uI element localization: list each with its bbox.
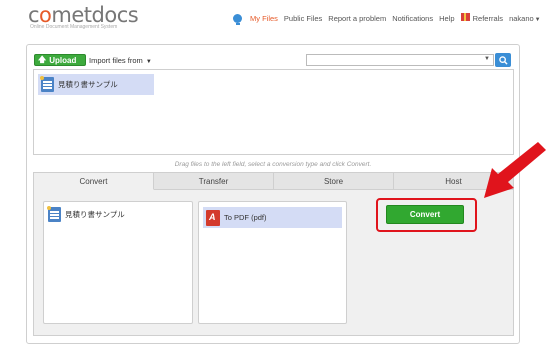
annotation-arrow-icon — [484, 142, 546, 198]
nav-my-files[interactable]: My Files — [250, 14, 278, 23]
nav-help[interactable]: Help — [439, 14, 454, 23]
upload-button[interactable]: 🡅 Upload — [34, 54, 86, 66]
chevron-down-icon: ▼ — [145, 59, 152, 65]
import-files-dropdown[interactable]: Import files from ▼ — [89, 56, 152, 65]
lightbulb-icon — [233, 13, 242, 25]
document-icon — [47, 206, 61, 222]
nav-public-files[interactable]: Public Files — [284, 14, 322, 23]
tab-store[interactable]: Store — [274, 173, 394, 190]
nav-referrals-label: Referrals — [472, 14, 504, 23]
chevron-down-icon: ▼ — [534, 16, 541, 23]
tab-convert[interactable]: Convert — [34, 173, 154, 190]
chevron-down-icon[interactable]: ▼ — [484, 56, 490, 62]
gift-icon — [460, 13, 470, 21]
logo-wordmark: cometdocs — [28, 3, 139, 27]
nav-notifications[interactable]: Notifications — [392, 14, 433, 23]
document-icon — [40, 76, 54, 92]
source-file-item[interactable]: 見積り書サンプル — [47, 206, 125, 222]
file-item-name: 見積り書サンプル — [58, 80, 118, 89]
format-option-pdf[interactable]: To PDF (pdf) — [203, 207, 342, 228]
convert-source-list[interactable]: 見積り書サンプル — [43, 201, 193, 324]
tab-bar: Convert Transfer Store Host — [34, 173, 513, 190]
nav-report-problem[interactable]: Report a problem — [328, 14, 386, 23]
action-panel: Convert Transfer Store Host 見積り書サンプル To … — [33, 172, 514, 336]
conversion-type-list[interactable]: To PDF (pdf) — [198, 201, 347, 324]
user-name: nakano — [509, 13, 534, 23]
format-option-label: To PDF (pdf) — [224, 213, 267, 222]
cometdocs-logo[interactable]: cometdocs Online Document Management Sys… — [28, 3, 139, 30]
search-button[interactable] — [495, 53, 511, 67]
search-icon — [498, 55, 508, 65]
file-item[interactable]: 見積り書サンプル — [38, 74, 154, 95]
main-panel: 🡅 Upload Import files from ▼ ▼ 見積り書サンプル … — [26, 44, 520, 344]
top-navigation: My Files Public Files Report a problem N… — [233, 13, 541, 25]
import-files-label: Import files from — [89, 56, 143, 65]
user-menu[interactable]: nakano▼ — [509, 14, 541, 23]
nav-referrals[interactable]: Referrals — [460, 13, 504, 23]
file-list-area[interactable]: 見積り書サンプル — [33, 69, 514, 155]
pdf-icon — [206, 209, 220, 226]
drag-hint-text: Drag files to the left field, select a c… — [174, 161, 372, 168]
upload-arrow-icon: 🡅 — [38, 55, 47, 64]
search-input[interactable]: ▼ — [306, 54, 494, 66]
convert-button[interactable]: Convert — [386, 205, 464, 224]
source-file-name: 見積り書サンプル — [65, 210, 125, 219]
upload-button-label: Upload — [49, 55, 77, 65]
tab-transfer[interactable]: Transfer — [154, 173, 274, 190]
